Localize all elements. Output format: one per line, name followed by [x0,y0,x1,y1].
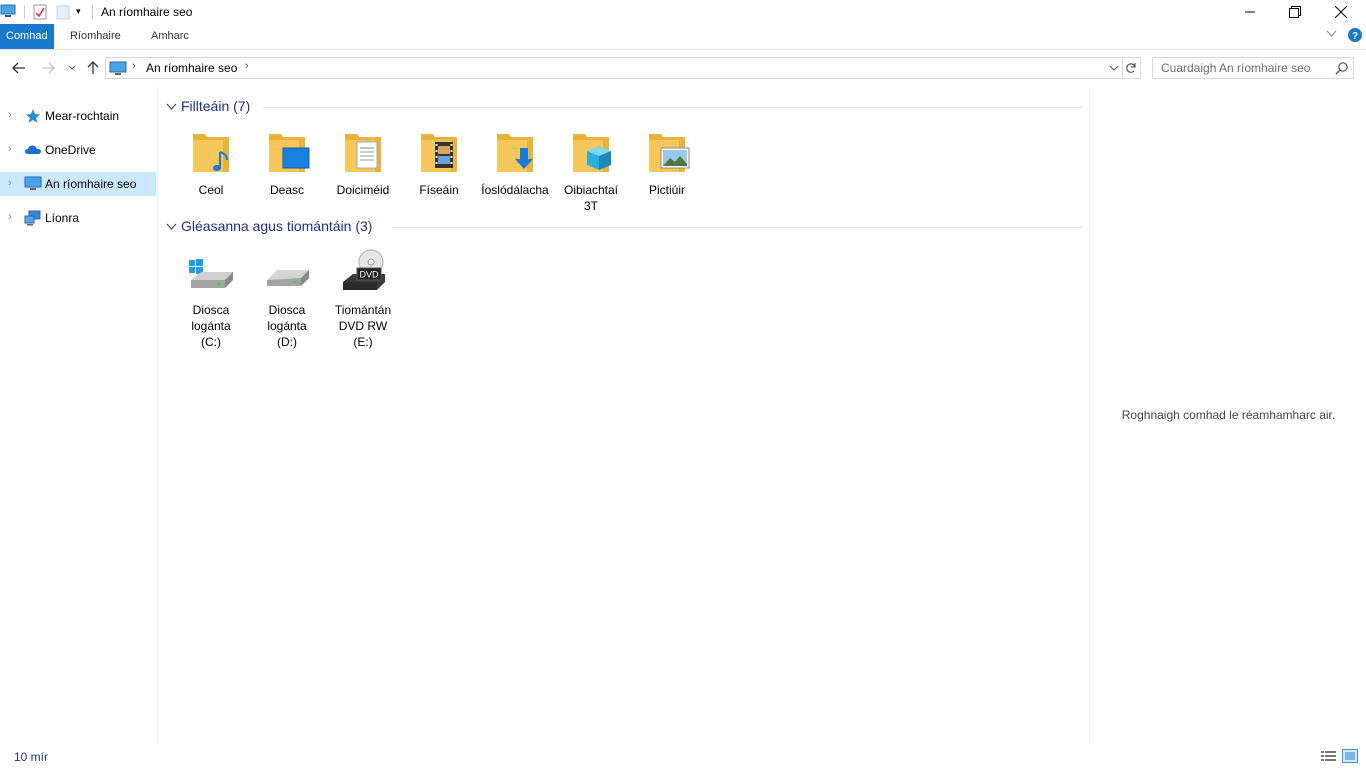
large-icons-view-icon[interactable] [1342,749,1358,766]
drive-label: Diosca logánta (D:) [267,303,307,349]
search-icon[interactable] [1335,61,1349,78]
3d-objects-folder-icon [567,128,615,176]
details-view-icon[interactable] [1321,750,1337,765]
documents-folder-icon [339,128,387,176]
folder-label: Deasc [269,183,304,197]
preview-pane: Roghnaigh comhad le réamhamharc air. [1089,86,1366,744]
breadcrumb-this-pc[interactable]: An ríomhaire seo [146,61,237,75]
ribbon-tabs: Comhad Ríomhaire Amharc ? [0,24,1366,50]
help-icon[interactable]: ? [1348,28,1362,45]
up-button[interactable] [83,58,103,78]
folder-label: Doiciméid [336,183,390,197]
nav-item-label: Mear-rochtain [45,109,120,123]
nav-item-this-pc[interactable]: › An ríomhaire seo [0,172,156,196]
item-count: 10 mír [14,750,49,764]
preview-message: Roghnaigh comhad le réamhamharc air. [1121,408,1336,422]
tab-computer[interactable]: Ríomhaire [63,24,128,49]
nav-item-network[interactable]: › Líonra [0,206,156,230]
tab-file[interactable]: Comhad [0,24,54,49]
drive-label: Diosca logánta (C:) [191,303,231,349]
computer-icon[interactable] [0,4,16,21]
videos-folder-icon [415,128,463,176]
computer-icon [109,60,127,79]
dvd-drive-icon: DVD [339,248,387,296]
address-bar[interactable]: › An ríomhaire seo › [105,57,1123,79]
minimize-button[interactable] [1227,0,1273,24]
address-dropdown-icon[interactable] [1109,62,1119,77]
nav-item-label: OneDrive [45,143,96,157]
folder-label: Pictiúir [648,183,685,197]
pictures-folder-icon [643,128,691,176]
folder-label: Íoslódálacha [481,183,549,197]
chevron-right-icon[interactable]: › [8,143,12,155]
star-icon [24,108,41,124]
status-bar: 10 mír [0,744,1366,768]
properties-icon[interactable] [33,4,47,23]
forward-button[interactable] [38,58,58,78]
chevron-down-icon[interactable] [166,220,177,234]
dvd-badge: DVD [359,270,379,280]
refresh-button[interactable] [1122,57,1141,79]
title-bar: ▾ An ríomhaire seo [0,0,1366,24]
folder-label: Oibiachtaí 3T [563,183,619,213]
folder-label: Físeáin [419,183,459,197]
breadcrumb-separator-icon[interactable]: › [245,60,249,72]
folder-label: Ceol [198,183,224,197]
computer-icon [24,176,42,192]
chevron-down-icon[interactable] [166,100,177,114]
group-divider [392,227,1082,228]
chevron-right-icon[interactable]: › [8,177,12,189]
devices-group-title: Gléasanna agus tiomántáin (3) [181,218,373,234]
window-title: An ríomhaire seo [101,5,193,19]
close-button[interactable] [1318,0,1364,24]
customize-quick-access-icon[interactable]: ▾ [76,6,81,17]
tab-view[interactable]: Amharc [144,24,196,49]
folders-group-title: Fillteáin (7) [181,98,251,114]
network-icon [24,210,41,226]
music-folder-icon [187,128,235,176]
windows-drive-icon [187,248,235,296]
new-folder-icon[interactable] [56,4,70,23]
expand-ribbon-icon[interactable] [1326,29,1337,41]
downloads-folder-icon [491,128,539,176]
drive-icon [263,248,311,296]
group-divider [263,107,1082,108]
desktop-folder-icon [263,128,311,176]
nav-item-label: Líonra [45,211,80,225]
navigation-pane: › Mear-rochtain › OneDrive › An ríomhair… [0,86,158,744]
search-input[interactable]: Cuardaigh An ríomhaire seo [1152,57,1354,79]
breadcrumb-separator-icon[interactable]: › [132,60,136,72]
restore-button[interactable] [1272,0,1318,24]
cloud-icon [24,142,41,158]
chevron-right-icon[interactable]: › [8,109,12,121]
nav-item-label: An ríomhaire seo [45,177,137,191]
svg-text:?: ? [1352,31,1358,42]
nav-item-quick-access[interactable]: › Mear-rochtain [0,104,156,128]
back-button[interactable] [9,58,29,78]
nav-item-onedrive[interactable]: › OneDrive [0,138,156,162]
recent-locations-button[interactable] [62,58,82,78]
search-placeholder: Cuardaigh An ríomhaire seo [1161,61,1311,75]
chevron-right-icon[interactable]: › [8,211,12,223]
drive-label: Tiomántán DVD RW (E:) [334,303,392,349]
